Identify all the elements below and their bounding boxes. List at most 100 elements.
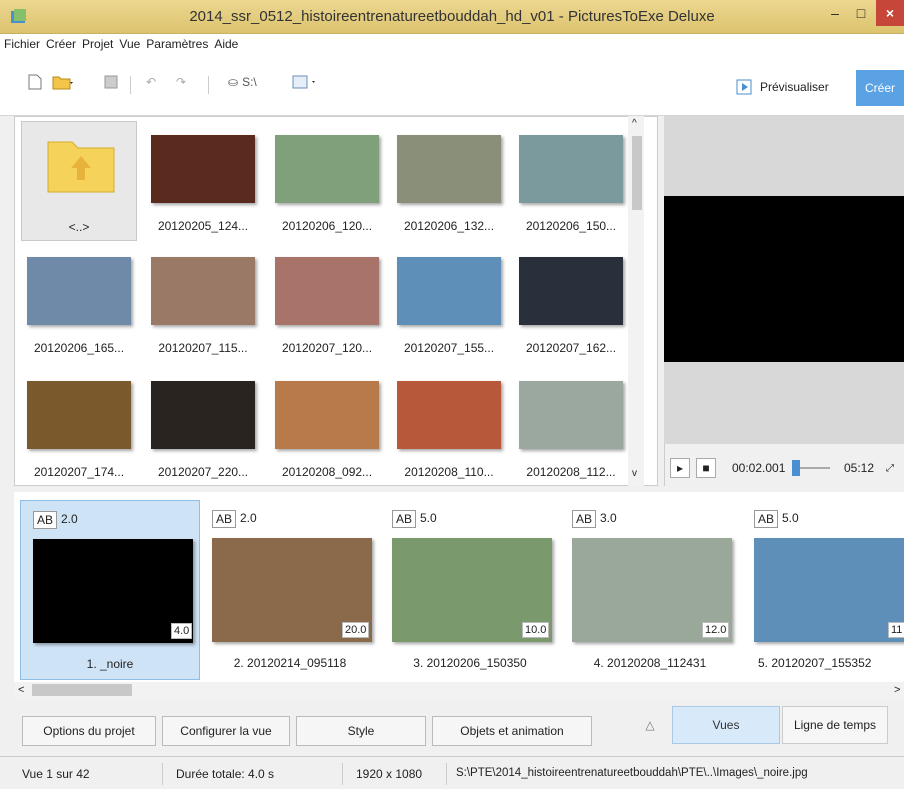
current-time: 00:02.001 [732, 461, 786, 475]
status-divider [446, 763, 447, 785]
slide-duration: 4.0 [171, 623, 193, 639]
style-button[interactable]: Style [296, 716, 426, 746]
close-button[interactable]: × [876, 0, 904, 26]
redo-icon[interactable]: ↷ [176, 72, 186, 92]
menu-bar: Fichier Créer Projet Vue Paramètres Aide [0, 34, 904, 54]
slides-scroll-thumb[interactable] [32, 684, 132, 696]
view-mode-icon[interactable] [292, 72, 318, 92]
file-label: 20120207_220... [157, 465, 249, 479]
file-thumbnail[interactable]: 20120206_120... [269, 121, 385, 241]
file-path: S:\PTE\2014_histoireentrenatureetbouddah… [456, 767, 808, 779]
thumbnail-image [275, 135, 379, 203]
slide-counter: Vue 1 sur 42 [22, 767, 90, 781]
slide-item[interactable]: AB 3.0 12.0 4. 20120208_112431 [560, 500, 740, 680]
file-thumbnail[interactable]: 20120208_112... [513, 367, 629, 487]
file-thumbnail[interactable]: 20120207_155... [391, 243, 507, 363]
open-folder-icon[interactable] [52, 72, 74, 92]
status-bar: Vue 1 sur 42 Durée totale: 4.0 s 1920 x … [0, 756, 904, 789]
collapse-icon[interactable]: △ [640, 706, 660, 744]
transition-duration: 5.0 [420, 511, 437, 525]
fullscreen-icon[interactable]: ⤢ [886, 458, 894, 478]
thumbnail-image [275, 381, 379, 449]
file-thumbnail[interactable]: 20120206_132... [391, 121, 507, 241]
thumbnail-image [519, 381, 623, 449]
transition-badge[interactable]: AB [754, 510, 779, 528]
slide-label: 2. 20120214_095118 [233, 656, 347, 670]
scroll-left-icon[interactable]: < [18, 684, 24, 696]
slider-handle[interactable] [792, 460, 800, 476]
menu-aide[interactable]: Aide [214, 37, 238, 51]
total-time: 05:12 [844, 461, 875, 475]
new-file-icon[interactable] [28, 72, 42, 92]
browser-scroll-thumb[interactable] [632, 136, 642, 210]
scroll-right-icon[interactable]: > [894, 684, 900, 696]
title-bar: 2014_ssr_0512_histoireentrenatureetboudd… [0, 0, 904, 34]
thumbnail-image [397, 381, 501, 449]
scroll-down-icon[interactable]: v [632, 468, 637, 479]
slide-item[interactable]: AB 5.0 10.0 3. 20120206_150350 [380, 500, 560, 680]
thumbnail-image [151, 257, 255, 325]
scroll-up-icon[interactable]: ^ [632, 118, 637, 129]
slide-item[interactable]: AB 2.0 20.0 2. 20120214_095118 [200, 500, 380, 680]
position-slider[interactable] [792, 458, 830, 478]
file-thumbnail[interactable]: 20120207_220... [145, 367, 261, 487]
minimize-button[interactable]: – [822, 0, 848, 26]
create-button[interactable]: Créer [856, 70, 904, 106]
file-thumbnail[interactable]: 20120205_124... [145, 121, 261, 241]
thumbnail-image [275, 257, 379, 325]
slide-duration: 11 [888, 622, 904, 638]
file-label: 20120207_174... [33, 465, 125, 479]
status-divider [162, 763, 163, 785]
file-label: <..> [68, 220, 90, 234]
slide-item[interactable]: AB 2.0 4.0 1. _noire [20, 500, 200, 680]
slide-label: 3. 20120206_150350 [413, 656, 527, 670]
toolbar-divider [130, 76, 131, 94]
slide-duration: 20.0 [342, 622, 370, 638]
menu-creer[interactable]: Créer [46, 37, 76, 51]
objects-animation-button[interactable]: Objets et animation [432, 716, 592, 746]
drive-path-label: S:\ [242, 75, 257, 89]
thumbnail-image [397, 135, 501, 203]
menu-projet[interactable]: Projet [82, 37, 113, 51]
preview-screen [664, 196, 904, 362]
slide-thumbnail [33, 539, 193, 643]
thumbnail-image [27, 257, 131, 325]
tab-views[interactable]: Vues [672, 706, 780, 744]
transition-duration: 2.0 [240, 511, 257, 525]
menu-parametres[interactable]: Paramètres [146, 37, 208, 51]
resolution: 1920 x 1080 [356, 767, 423, 781]
parent-folder-item[interactable]: <..> [21, 121, 137, 241]
transition-badge[interactable]: AB [392, 510, 417, 528]
file-thumbnail[interactable]: 20120207_162... [513, 243, 629, 363]
transition-badge[interactable]: AB [572, 510, 597, 528]
slides-scrollbar[interactable] [14, 682, 904, 700]
file-thumbnail[interactable]: 20120206_150... [513, 121, 629, 241]
project-options-button[interactable]: Options du projet [22, 716, 156, 746]
tab-timeline[interactable]: Ligne de temps [782, 706, 888, 744]
file-thumbnail[interactable]: 20120207_115... [145, 243, 261, 363]
file-thumbnail[interactable]: 20120208_110... [391, 367, 507, 487]
play-icon [736, 79, 752, 95]
toolbar: ↶ ↷ ⛀ S:\ Prévisualiser Créer [0, 54, 904, 116]
play-button[interactable]: ▸ [670, 458, 690, 478]
maximize-button[interactable]: □ [848, 0, 874, 26]
preview-button[interactable]: Prévisualiser [736, 77, 829, 97]
transition-badge[interactable]: AB [212, 510, 237, 528]
file-thumbnail[interactable]: 20120206_165... [21, 243, 137, 363]
file-thumbnail[interactable]: 20120207_174... [21, 367, 137, 487]
undo-icon[interactable]: ↶ [146, 72, 156, 92]
preview-label: Prévisualiser [760, 80, 829, 94]
menu-fichier[interactable]: Fichier [4, 37, 40, 51]
save-icon[interactable] [104, 72, 118, 92]
slide-list: AB 2.0 4.0 1. _noire AB 2.0 20.0 2. 2012… [14, 492, 904, 682]
configure-view-button[interactable]: Configurer la vue [162, 716, 290, 746]
transition-badge[interactable]: AB [33, 511, 58, 529]
slide-item[interactable]: AB 5.0 11 5. 20120207_155352 [742, 500, 904, 680]
slide-label: 5. 20120207_155352 [758, 656, 872, 670]
stop-button[interactable]: ■ [696, 458, 716, 478]
menu-vue[interactable]: Vue [119, 37, 140, 51]
total-duration: Durée totale: 4.0 s [176, 767, 275, 781]
drive-button[interactable]: ⛀ S:\ [228, 72, 257, 92]
file-thumbnail[interactable]: 20120208_092... [269, 367, 385, 487]
file-thumbnail[interactable]: 20120207_120... [269, 243, 385, 363]
